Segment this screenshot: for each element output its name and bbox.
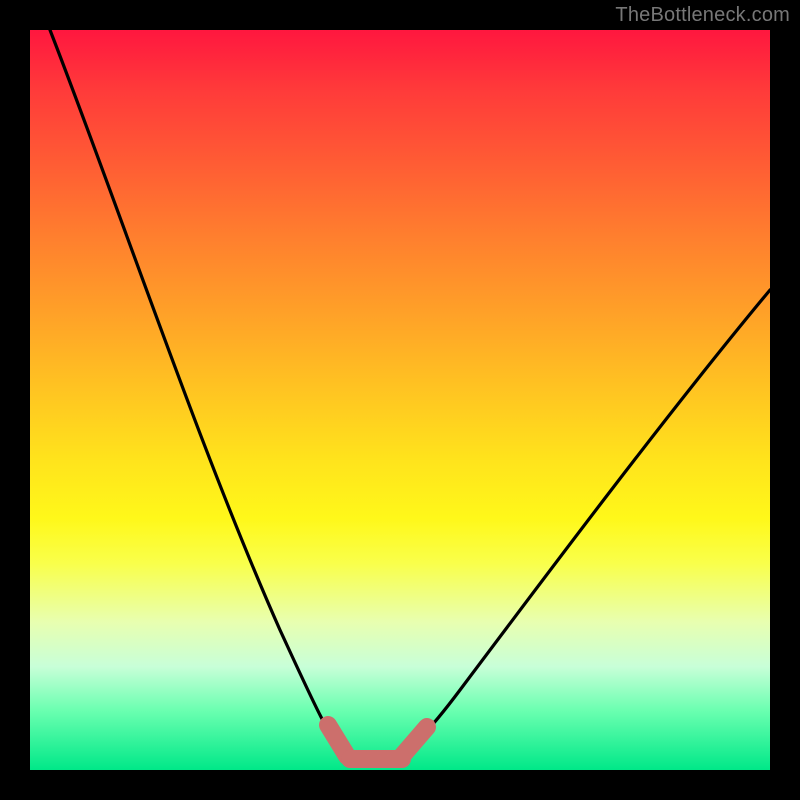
plot-area [30, 30, 770, 770]
bottleneck-curve-svg [30, 30, 770, 770]
watermark-text: TheBottleneck.com [615, 4, 790, 27]
bottleneck-curve [50, 30, 770, 758]
chart-frame: TheBottleneck.com [0, 0, 800, 800]
optimal-zone-marker [328, 725, 427, 759]
